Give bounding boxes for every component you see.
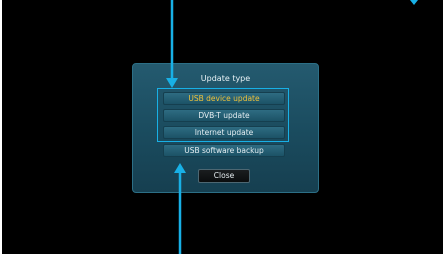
bottom-pointer-arrow-icon [174,163,186,254]
